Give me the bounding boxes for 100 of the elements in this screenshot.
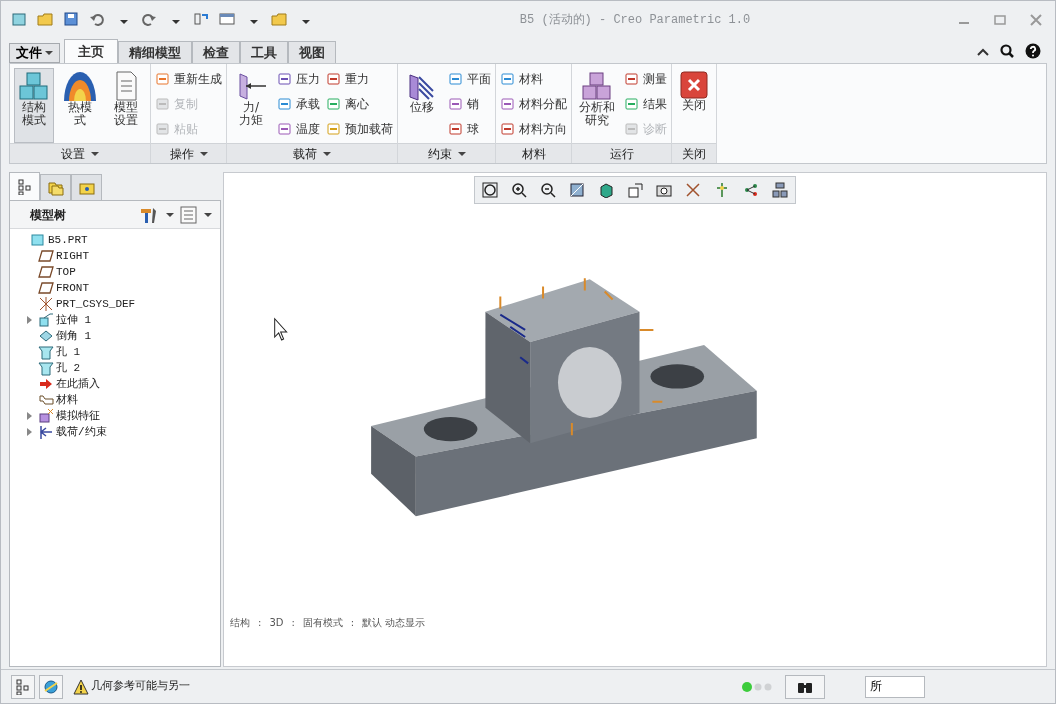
tree-item[interactable]: 在此插入 bbox=[10, 376, 220, 392]
tool-button[interactable]: 压力 bbox=[277, 68, 320, 90]
status-text: 结构 bbox=[230, 616, 250, 630]
tree-item[interactable]: 载荷/约束 bbox=[10, 424, 220, 440]
repaint-icon[interactable] bbox=[569, 182, 585, 198]
caret-icon bbox=[199, 149, 208, 158]
tree-item[interactable]: FRONT bbox=[10, 280, 220, 296]
group-label[interactable]: 操作 bbox=[151, 143, 226, 163]
datum-plane-icon bbox=[38, 264, 54, 280]
help-icon[interactable] bbox=[1025, 43, 1043, 61]
expand-icon[interactable] bbox=[26, 428, 34, 436]
cubes-icon bbox=[17, 71, 51, 101]
tool-button[interactable]: 热模式 bbox=[60, 68, 100, 143]
tool-button[interactable]: 力/力矩 bbox=[231, 68, 271, 143]
tool-button[interactable]: 材料分配 bbox=[500, 93, 567, 115]
group-label[interactable]: 载荷 bbox=[227, 143, 397, 163]
structure-display-icon[interactable] bbox=[772, 182, 788, 198]
group-label[interactable]: 约束 bbox=[398, 143, 495, 163]
zoom-in-icon[interactable] bbox=[511, 182, 527, 198]
tool-icon bbox=[326, 121, 342, 137]
saved-views-icon[interactable] bbox=[627, 182, 643, 198]
tool-button[interactable]: 离心 bbox=[326, 93, 393, 115]
cursor-icon bbox=[274, 318, 288, 341]
save-icon[interactable] bbox=[63, 11, 81, 29]
tool-button[interactable]: 模型设置 bbox=[106, 68, 146, 143]
cubes-icon bbox=[580, 71, 614, 101]
chamfer-icon bbox=[38, 328, 54, 344]
caret-icon[interactable] bbox=[166, 210, 174, 219]
redo-icon[interactable] bbox=[141, 11, 159, 29]
datum-plane-icon bbox=[38, 248, 54, 264]
tool-button[interactable]: 重力 bbox=[326, 68, 393, 90]
undo-icon[interactable] bbox=[89, 11, 107, 29]
group-label: 关闭 bbox=[672, 143, 716, 163]
tree-item[interactable]: 模拟特征 bbox=[10, 408, 220, 424]
tool-icon bbox=[155, 71, 171, 87]
cube-icon[interactable] bbox=[598, 182, 614, 198]
tree-item[interactable]: 拉伸 1 bbox=[10, 312, 220, 328]
part-icon bbox=[30, 232, 46, 248]
filter-field[interactable]: 所 bbox=[865, 675, 925, 698]
status-text: : bbox=[258, 616, 262, 630]
datum-display-icon[interactable] bbox=[685, 182, 701, 198]
tool-button[interactable]: 分析和研究 bbox=[576, 68, 618, 143]
tool-button[interactable]: 位移 bbox=[402, 68, 442, 143]
tool-button[interactable]: 结果 bbox=[624, 93, 667, 115]
group-label[interactable]: 设置 bbox=[10, 143, 150, 163]
tool-button[interactable]: 测量 bbox=[624, 68, 667, 90]
tool-button[interactable]: 重新生成 bbox=[155, 68, 222, 90]
tool-icon bbox=[624, 96, 640, 112]
tool-button[interactable]: 销 bbox=[448, 93, 491, 115]
expand-icon[interactable] bbox=[26, 316, 34, 324]
tool-button[interactable]: 材料方向 bbox=[500, 118, 567, 140]
node-display-icon[interactable] bbox=[743, 182, 759, 198]
file-menu[interactable]: 文件 bbox=[9, 43, 60, 63]
tool-button[interactable]: 承载 bbox=[277, 93, 320, 115]
caret-icon[interactable] bbox=[204, 210, 212, 219]
status-text: : bbox=[350, 616, 355, 630]
app-icon[interactable] bbox=[11, 11, 29, 29]
folders-icon[interactable] bbox=[47, 179, 64, 196]
tree-item[interactable]: PRT_CSYS_DEF bbox=[10, 296, 220, 312]
tree-item[interactable]: TOP bbox=[10, 264, 220, 280]
tool-icon bbox=[624, 71, 640, 87]
ribbon-tab[interactable]: 精细模型 bbox=[118, 41, 192, 63]
tree-item[interactable]: B5.PRT bbox=[10, 232, 220, 248]
tree-item[interactable]: 倒角 1 bbox=[10, 328, 220, 344]
tool-button[interactable]: 平面 bbox=[448, 68, 491, 90]
tool-button[interactable]: 预加载荷 bbox=[326, 118, 393, 140]
ribbon-tab[interactable]: 工具 bbox=[240, 41, 288, 63]
tree-item[interactable]: 孔 2 bbox=[10, 360, 220, 376]
zoom-out-icon[interactable] bbox=[540, 182, 556, 198]
tool-icon bbox=[277, 96, 293, 112]
tree-item[interactable]: 孔 1 bbox=[10, 344, 220, 360]
expand-icon[interactable] bbox=[26, 412, 34, 420]
ribbon-tab[interactable]: 检查 bbox=[192, 41, 240, 63]
tool-button[interactable]: 球 bbox=[448, 118, 491, 140]
caret-icon bbox=[323, 149, 331, 158]
insert-arrow-icon bbox=[38, 376, 54, 392]
zoom-fit-icon[interactable] bbox=[482, 182, 498, 198]
tool-button[interactable]: 材料 bbox=[500, 68, 567, 90]
tool-button[interactable]: 关闭 bbox=[676, 68, 712, 143]
ribbon-tab[interactable]: 视图 bbox=[288, 41, 336, 63]
tool-button[interactable]: 结构模式 bbox=[14, 68, 54, 143]
globe-icon[interactable] bbox=[43, 678, 59, 695]
tag-icon bbox=[38, 392, 54, 408]
tree-item[interactable]: 材料 bbox=[10, 392, 220, 408]
model-tree-icon[interactable] bbox=[16, 178, 33, 195]
model-tree-icon[interactable] bbox=[15, 678, 31, 695]
tool-icon bbox=[326, 71, 342, 87]
tool-icon bbox=[448, 71, 464, 87]
tree-item[interactable]: RIGHT bbox=[10, 248, 220, 264]
camera-icon[interactable] bbox=[656, 182, 672, 198]
tool-button[interactable]: 温度 bbox=[277, 118, 320, 140]
status-text: 3D bbox=[269, 616, 284, 630]
tool-icon bbox=[277, 71, 293, 87]
axis-display-icon[interactable] bbox=[714, 182, 730, 198]
tool-icon bbox=[326, 96, 342, 112]
ribbon-tab[interactable]: 主页 bbox=[64, 39, 118, 63]
tool-icon bbox=[448, 121, 464, 137]
tool-icon bbox=[500, 96, 516, 112]
tool-icon bbox=[500, 71, 516, 87]
extrude-icon bbox=[38, 312, 54, 328]
